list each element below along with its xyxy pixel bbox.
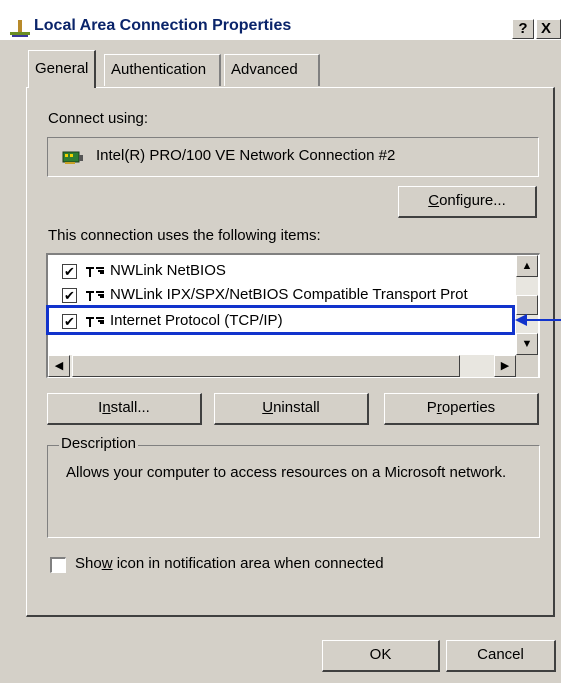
- horizontal-scrollbar[interactable]: ◀ ▶: [48, 355, 516, 377]
- item-checkbox[interactable]: ✔: [62, 264, 77, 279]
- description-legend: Description: [59, 435, 139, 452]
- uninstall-mnemonic: U: [262, 399, 274, 416]
- window-title: Local Area Connection Properties: [34, 17, 292, 34]
- description-text: Allows your computer to access resources…: [66, 464, 507, 481]
- show-icon-suffix: icon in notification area when connected: [112, 555, 384, 572]
- install-mnemonic: n: [102, 399, 111, 416]
- list-item[interactable]: ✔ NWLink NetBIOS: [48, 260, 518, 284]
- highlight-box: [46, 305, 515, 335]
- show-icon-mnemonic: w: [101, 555, 113, 572]
- configure-label: onfigure...: [439, 192, 506, 209]
- item-checkbox[interactable]: ✔: [62, 288, 77, 303]
- annotation-arrow-icon: [515, 314, 561, 326]
- scroll-right-icon[interactable]: ▶: [494, 355, 516, 377]
- protocol-icon: [86, 291, 104, 301]
- cancel-button[interactable]: Cancel: [446, 640, 556, 672]
- network-card-icon: [62, 151, 83, 164]
- configure-button[interactable]: Configure...: [398, 186, 537, 218]
- network-connection-icon: [10, 20, 30, 37]
- install-label: stall...: [110, 399, 150, 416]
- show-icon-checkbox[interactable]: [50, 557, 66, 573]
- uninstall-label: ninstall: [273, 399, 320, 416]
- connect-using-label: Connect using:: [48, 110, 149, 127]
- protocol-icon: [86, 267, 104, 277]
- scroll-left-icon[interactable]: ◀: [48, 355, 70, 377]
- tab-authentication[interactable]: Authentication: [104, 54, 221, 86]
- tab-advanced[interactable]: Advanced: [224, 54, 320, 86]
- title-bar: Local Area Connection Properties ? X: [0, 0, 561, 40]
- show-icon-label[interactable]: Show icon in notification area when conn…: [75, 555, 384, 572]
- tab-general[interactable]: General: [28, 50, 97, 88]
- description-group: [47, 445, 540, 538]
- item-label: NWLink NetBIOS: [110, 262, 226, 279]
- adapter-field: Intel(R) PRO/100 VE Network Connection #…: [47, 137, 539, 177]
- show-icon-prefix: Sho: [75, 555, 102, 572]
- properties-button[interactable]: Properties: [384, 393, 539, 425]
- items-label: This connection uses the following items…: [48, 227, 321, 244]
- help-button[interactable]: ?: [512, 19, 534, 39]
- scroll-corner: [516, 355, 538, 377]
- scroll-up-icon[interactable]: ▲: [516, 255, 538, 277]
- adapter-name: Intel(R) PRO/100 VE Network Connection #…: [96, 147, 396, 164]
- uninstall-button[interactable]: Uninstall: [214, 393, 369, 425]
- properties-prefix: P: [426, 399, 437, 416]
- horizontal-scroll-thumb[interactable]: [72, 355, 460, 377]
- properties-dialog: Local Area Connection Properties ? X Gen…: [0, 0, 561, 683]
- close-button[interactable]: X: [536, 19, 561, 39]
- properties-label: operties: [441, 399, 496, 416]
- vertical-scrollbar[interactable]: ▲ ▼: [516, 255, 538, 355]
- item-label: NWLink IPX/SPX/NetBIOS Compatible Transp…: [110, 286, 468, 303]
- scroll-down-icon[interactable]: ▼: [516, 333, 538, 355]
- configure-mnemonic: C: [428, 192, 440, 209]
- ok-button[interactable]: OK: [322, 640, 440, 672]
- install-button[interactable]: Install...: [47, 393, 202, 425]
